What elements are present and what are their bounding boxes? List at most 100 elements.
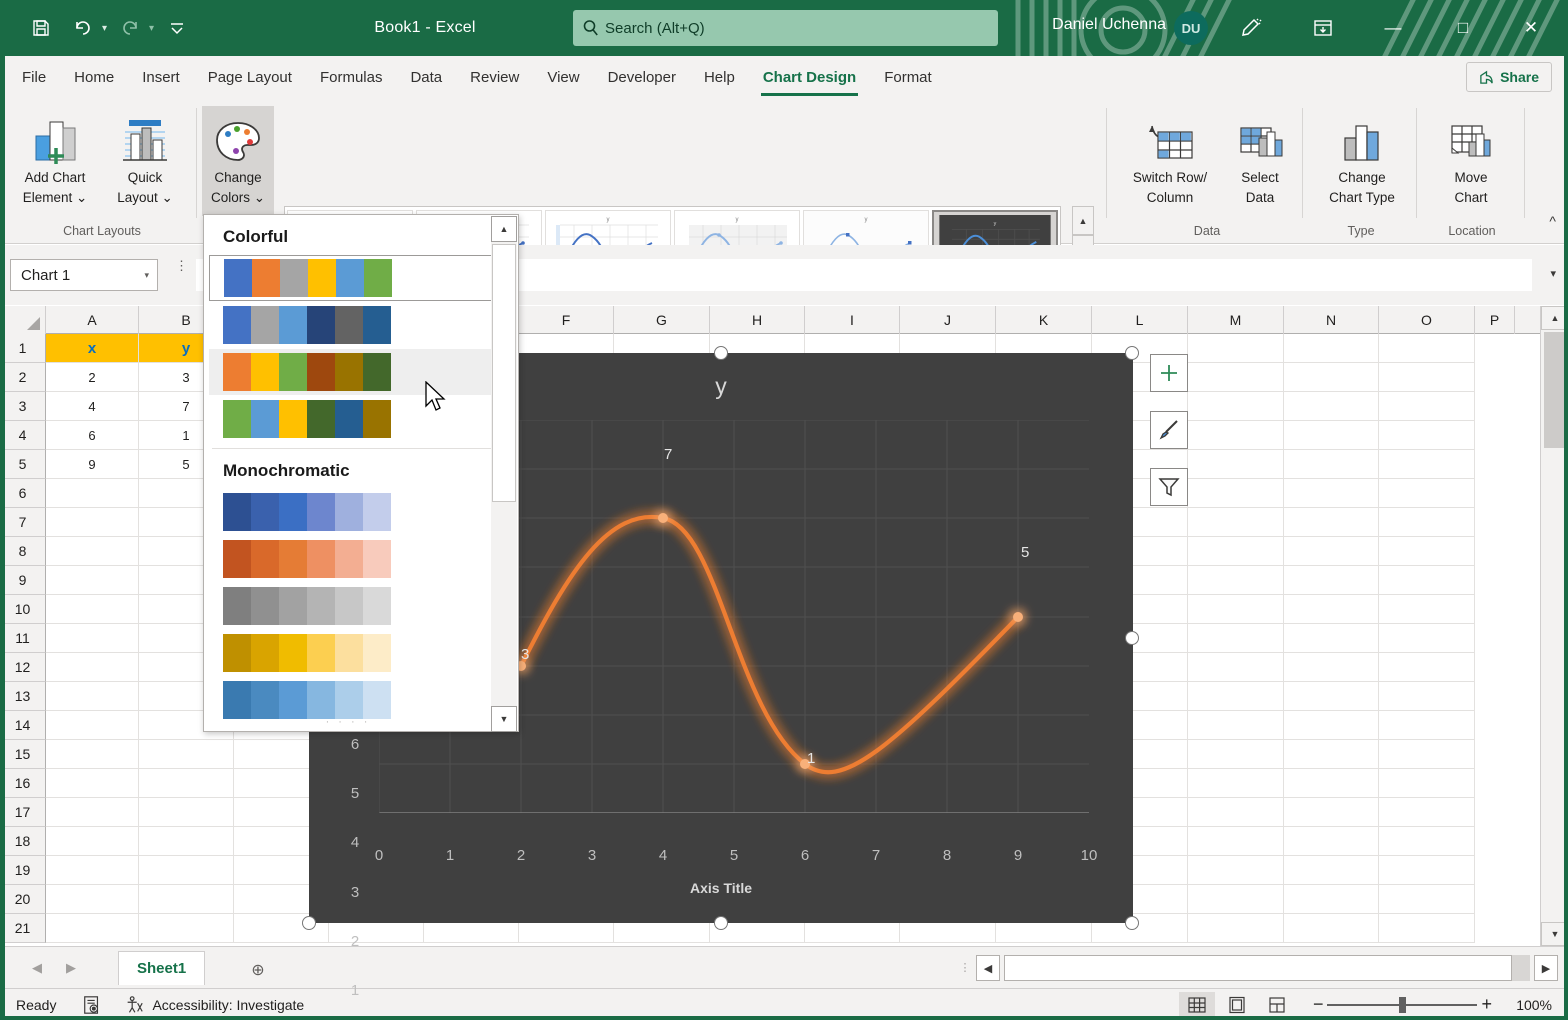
row-header-3[interactable]: 3 (0, 392, 46, 421)
tab-review[interactable]: Review (456, 56, 533, 98)
accessibility-text[interactable]: Accessibility: Investigate (152, 997, 304, 1013)
row-header-13[interactable]: 13 (0, 682, 46, 711)
chart-handle-top-right[interactable] (1125, 346, 1139, 360)
cell-O5[interactable] (1379, 450, 1475, 479)
column-header-F[interactable]: F (519, 306, 614, 334)
chart-handle-middle-right[interactable] (1125, 631, 1139, 645)
column-header-P[interactable]: P (1475, 306, 1515, 334)
undo-dropdown-icon[interactable]: ▾ (102, 23, 107, 34)
cell-A6[interactable] (46, 479, 139, 508)
cell-A17[interactable] (46, 798, 139, 827)
row-header-2[interactable]: 2 (0, 363, 46, 392)
cell-N8[interactable] (1284, 537, 1379, 566)
row-header-16[interactable]: 16 (0, 769, 46, 798)
cell-O13[interactable] (1379, 682, 1475, 711)
cell-O7[interactable] (1379, 508, 1475, 537)
tab-help[interactable]: Help (690, 56, 749, 98)
cell-A11[interactable] (46, 624, 139, 653)
add-sheet-icon[interactable]: ⊕ (245, 957, 271, 983)
dropdown-scrollbar-thumb[interactable] (492, 244, 516, 502)
row-header-6[interactable]: 6 (0, 479, 46, 508)
chart-handle-bottom-center[interactable] (714, 916, 728, 930)
add-chart-element-button[interactable]: Add Chart Element ⌄ (12, 106, 98, 216)
name-box[interactable]: Chart 1 ▾ (10, 259, 158, 291)
cell-N4[interactable] (1284, 421, 1379, 450)
cell-M13[interactable] (1188, 682, 1284, 711)
select-all-corner[interactable] (0, 306, 46, 334)
zoom-in-button[interactable]: + (1481, 994, 1492, 1015)
cell-N5[interactable] (1284, 450, 1379, 479)
dropdown-scroll-down-icon[interactable]: ▼ (491, 706, 517, 732)
tab-formulas[interactable]: Formulas (306, 56, 397, 98)
cell-O11[interactable] (1379, 624, 1475, 653)
undo-icon[interactable] (64, 9, 102, 47)
row-header-4[interactable]: 4 (0, 421, 46, 450)
macro-record-icon[interactable] (82, 995, 102, 1015)
cell-A9[interactable] (46, 566, 139, 595)
search-input[interactable]: Search (Alt+Q) (573, 10, 998, 46)
tab-format[interactable]: Format (870, 56, 946, 98)
cell-O16[interactable] (1379, 769, 1475, 798)
cell-M19[interactable] (1188, 856, 1284, 885)
cell-O15[interactable] (1379, 740, 1475, 769)
cell-M12[interactable] (1188, 653, 1284, 682)
cell-O10[interactable] (1379, 595, 1475, 624)
row-header-9[interactable]: 9 (0, 566, 46, 595)
column-header-G[interactable]: G (614, 306, 710, 334)
cell-A21[interactable] (46, 914, 139, 943)
chart-elements-button[interactable] (1150, 354, 1188, 392)
quick-layout-button[interactable]: Quick Layout ⌄ (102, 106, 188, 216)
cell-A1[interactable]: x (46, 334, 139, 363)
cell-N9[interactable] (1284, 566, 1379, 595)
cell-M7[interactable] (1188, 508, 1284, 537)
collapse-ribbon-icon[interactable]: ^ (1549, 213, 1556, 229)
cell-A20[interactable] (46, 885, 139, 914)
cell-A2[interactable]: 2 (46, 363, 139, 392)
cell-O6[interactable] (1379, 479, 1475, 508)
tab-data[interactable]: Data (396, 56, 456, 98)
column-header-K[interactable]: K (996, 306, 1092, 334)
vertical-scrollbar-thumb[interactable] (1544, 332, 1566, 448)
dropdown-scrollbar[interactable]: ▲ ▼ (491, 216, 517, 732)
share-button[interactable]: Share (1466, 62, 1552, 92)
scroll-right-icon[interactable]: ▶ (1534, 955, 1558, 981)
cell-M16[interactable] (1188, 769, 1284, 798)
name-box-dropdown-icon[interactable]: ▾ (144, 270, 149, 281)
cell-A19[interactable] (46, 856, 139, 885)
cell-M14[interactable] (1188, 711, 1284, 740)
chart-handle-bottom-right[interactable] (1125, 916, 1139, 930)
horizontal-scrollbar-thumb[interactable] (1004, 955, 1512, 981)
tab-insert[interactable]: Insert (128, 56, 194, 98)
maximize-button[interactable]: □ (1440, 8, 1486, 48)
cell-N2[interactable] (1284, 363, 1379, 392)
zoom-slider-thumb[interactable] (1399, 996, 1407, 1013)
row-header-7[interactable]: 7 (0, 508, 46, 537)
cell-A3[interactable]: 4 (46, 392, 139, 421)
row-header-20[interactable]: 20 (0, 885, 46, 914)
next-sheet-icon[interactable]: ▶ (60, 958, 82, 978)
cell-A12[interactable] (46, 653, 139, 682)
expand-formula-bar-icon[interactable]: ▾ (1550, 267, 1556, 280)
color-row-colorful-2[interactable] (204, 302, 518, 348)
row-header-8[interactable]: 8 (0, 537, 46, 566)
cell-N21[interactable] (1284, 914, 1379, 943)
column-header-H[interactable]: H (710, 306, 805, 334)
column-header-L[interactable]: L (1092, 306, 1188, 334)
row-header-18[interactable]: 18 (0, 827, 46, 856)
row-header-14[interactable]: 14 (0, 711, 46, 740)
cell-B19[interactable] (139, 856, 234, 885)
scroll-left-icon[interactable]: ◀ (976, 955, 1000, 981)
cell-A13[interactable] (46, 682, 139, 711)
cell-N1[interactable] (1284, 334, 1379, 363)
cell-A7[interactable] (46, 508, 139, 537)
tab-developer[interactable]: Developer (594, 56, 690, 98)
cell-N11[interactable] (1284, 624, 1379, 653)
normal-view-button[interactable] (1178, 991, 1215, 1018)
cell-O18[interactable] (1379, 827, 1475, 856)
chart-handle-bottom-left[interactable] (302, 916, 316, 930)
row-header-5[interactable]: 5 (0, 450, 46, 479)
cell-B17[interactable] (139, 798, 234, 827)
dropdown-resize-grip[interactable]: · · · · (204, 716, 492, 728)
pen-icon[interactable] (1234, 12, 1268, 44)
color-row-mono-3[interactable] (204, 583, 518, 629)
